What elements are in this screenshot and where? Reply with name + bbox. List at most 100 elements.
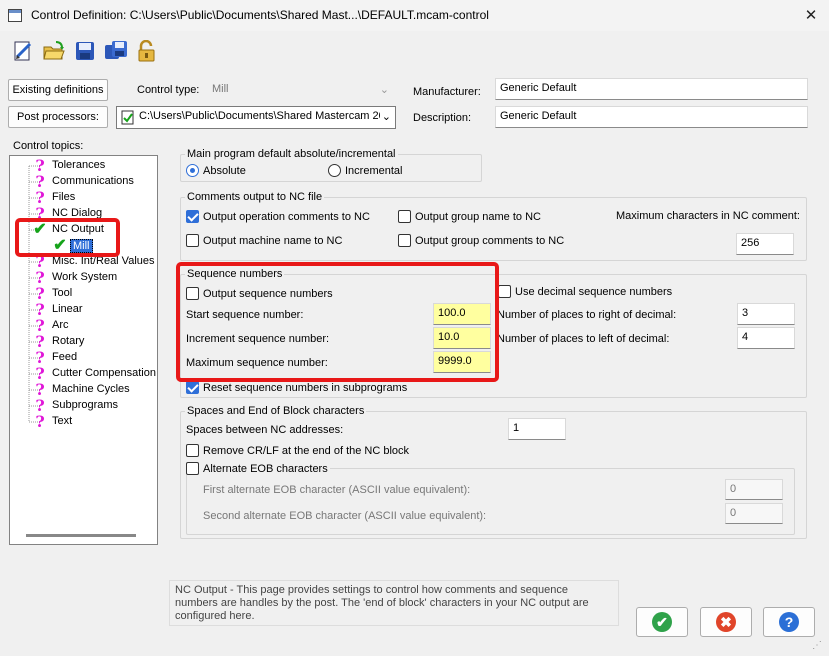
resize-grip-icon[interactable]: ⋰ (812, 640, 824, 652)
open-button[interactable] (41, 37, 67, 65)
remove-crlf-label: Remove CR/LF at the end of the NC block (203, 444, 410, 457)
existing-definitions-button[interactable]: Existing definitions (8, 79, 108, 101)
absolute-radio[interactable] (186, 164, 199, 177)
use-decimal-checkbox[interactable] (498, 285, 511, 298)
output-group-comments-checkbox[interactable] (398, 234, 411, 247)
tree-item-files[interactable]: Files (52, 191, 75, 203)
post-processors-button[interactable]: Post processors: (8, 106, 108, 128)
save-as-button[interactable] (103, 37, 129, 65)
post-processor-select[interactable]: C:\Users\Public\Documents\Shared Masterc… (116, 106, 396, 129)
max-chars-label: Maximum characters in NC comment: (616, 210, 800, 222)
tree-item-linear[interactable]: Linear (52, 303, 83, 315)
remove-crlf-checkbox[interactable] (186, 444, 199, 457)
control-type-label: Control type: (137, 84, 200, 96)
chevron-down-icon: ⌄ (379, 84, 389, 96)
window-icon (8, 9, 22, 22)
tree-item-arc[interactable]: Arc (52, 319, 69, 331)
tree-item-tool[interactable]: Tool (52, 287, 72, 299)
cancel-button[interactable]: ✖ (700, 607, 752, 637)
places-right-field[interactable]: 3 (737, 303, 795, 325)
window-title: Control Definition: C:\Users\Public\Docu… (31, 8, 489, 22)
alternate-eob-checkbox[interactable] (186, 462, 199, 475)
spaces-field[interactable]: 1 (508, 418, 566, 440)
alternate-eob-option[interactable]: Alternate EOB characters (186, 462, 330, 475)
alternate-eob-group (186, 468, 795, 535)
post-path-value: C:\Users\Public\Documents\Shared Masterc… (139, 110, 385, 122)
max-chars-field[interactable]: 256 (736, 233, 794, 255)
output-machine-name-checkbox[interactable] (186, 234, 199, 247)
first-alt-eob-label: First alternate EOB character (ASCII val… (203, 484, 471, 496)
tree-item-communications[interactable]: Communications (52, 175, 134, 187)
tree-item-subprograms[interactable]: Subprograms (52, 399, 118, 411)
manufacturer-field[interactable]: Generic Default (495, 78, 808, 100)
edit-button[interactable] (10, 37, 36, 65)
ok-check-icon: ✔ (652, 612, 672, 632)
close-button[interactable]: ✕ (800, 6, 822, 26)
description-label: Description: (413, 112, 472, 124)
output-group-name-checkbox[interactable] (398, 210, 411, 223)
use-decimal-option[interactable]: Use decimal sequence numbers (498, 285, 672, 298)
reset-sequence-checkbox[interactable] (186, 381, 199, 394)
places-left-label: Number of places to left of decimal: (497, 333, 670, 345)
output-operation-comments-option[interactable]: Output operation comments to NC (186, 210, 370, 223)
title-bar: Control Definition: C:\Users\Public\Docu… (0, 0, 829, 31)
annotation-red-box-sequence (176, 262, 499, 382)
control-type-value: Mill (212, 83, 229, 95)
use-decimal-label: Use decimal sequence numbers (515, 285, 673, 298)
comments-group (180, 197, 807, 261)
output-group-comments-option[interactable]: Output group comments to NC (398, 234, 564, 247)
incremental-radio[interactable] (328, 164, 341, 177)
horizontal-scrollbar-thumb[interactable] (26, 534, 136, 537)
control-topics-tree[interactable]: ? Tolerances ? Communications ? Files ? … (9, 155, 158, 545)
edit-icon (14, 41, 32, 61)
alternate-eob-label: Alternate EOB characters (203, 462, 328, 475)
ok-button[interactable]: ✔ (636, 607, 688, 637)
manufacturer-label: Manufacturer: (413, 86, 481, 98)
places-left-field[interactable]: 4 (737, 327, 795, 349)
help-button[interactable]: ? (763, 607, 815, 637)
tree-item-work-system[interactable]: Work System (52, 271, 117, 283)
question-mark-icon: ? (35, 412, 45, 431)
lock-button[interactable] (134, 37, 160, 65)
eob-group-title: Spaces and End of Block characters (185, 405, 367, 417)
lock-icon (138, 40, 155, 62)
first-alt-eob-field[interactable]: 0 (725, 479, 783, 500)
output-machine-name-option[interactable]: Output machine name to NC (186, 234, 342, 247)
open-folder-icon (43, 41, 65, 60)
description-field[interactable]: Generic Default (495, 106, 808, 128)
annotation-red-box-tree (15, 218, 120, 257)
cancel-x-icon: ✖ (716, 612, 736, 632)
control-definition-window: Control Definition: C:\Users\Public\Docu… (0, 0, 829, 656)
help-question-icon: ? (779, 612, 799, 632)
tree-item-text[interactable]: Text (52, 415, 72, 427)
tree-item-tolerances[interactable]: Tolerances (52, 159, 105, 171)
absolute-option[interactable]: Absolute (186, 164, 246, 177)
incremental-option[interactable]: Incremental (328, 164, 402, 177)
reset-sequence-label: Reset sequence numbers in subprograms (203, 381, 408, 394)
incremental-label: Incremental (345, 164, 403, 177)
output-operation-comments-checkbox[interactable] (186, 210, 199, 223)
tree-item-feed[interactable]: Feed (52, 351, 77, 363)
remove-crlf-option[interactable]: Remove CR/LF at the end of the NC block (186, 444, 409, 457)
output-machine-name-label: Output machine name to NC (203, 234, 343, 247)
save-icon (76, 42, 94, 60)
comments-group-title: Comments output to NC file (185, 191, 325, 203)
spaces-label: Spaces between NC addresses: (186, 424, 344, 436)
chevron-down-icon: ⌄ (379, 110, 391, 123)
second-alt-eob-field[interactable]: 0 (725, 503, 783, 524)
output-operation-comments-label: Output operation comments to NC (203, 210, 370, 223)
second-alt-eob-label: Second alternate EOB character (ASCII va… (203, 510, 487, 522)
main-program-group-title: Main program default absolute/incrementa… (185, 148, 398, 160)
tree-item-machine-cycles[interactable]: Machine Cycles (52, 383, 130, 395)
tree-item-rotary[interactable]: Rotary (52, 335, 84, 347)
output-group-name-option[interactable]: Output group name to NC (398, 210, 541, 223)
save-button[interactable] (72, 37, 98, 65)
control-topics-label: Control topics: (13, 140, 84, 152)
control-type-select[interactable]: Mill ⌄ (207, 79, 396, 101)
document-check-icon (121, 110, 134, 125)
reset-sequence-option[interactable]: Reset sequence numbers in subprograms (186, 381, 407, 394)
output-group-name-label: Output group name to NC (415, 210, 541, 223)
absolute-label: Absolute (203, 164, 246, 177)
output-group-comments-label: Output group comments to NC (415, 234, 565, 247)
tree-item-cutter-compensation[interactable]: Cutter Compensation (52, 367, 156, 379)
